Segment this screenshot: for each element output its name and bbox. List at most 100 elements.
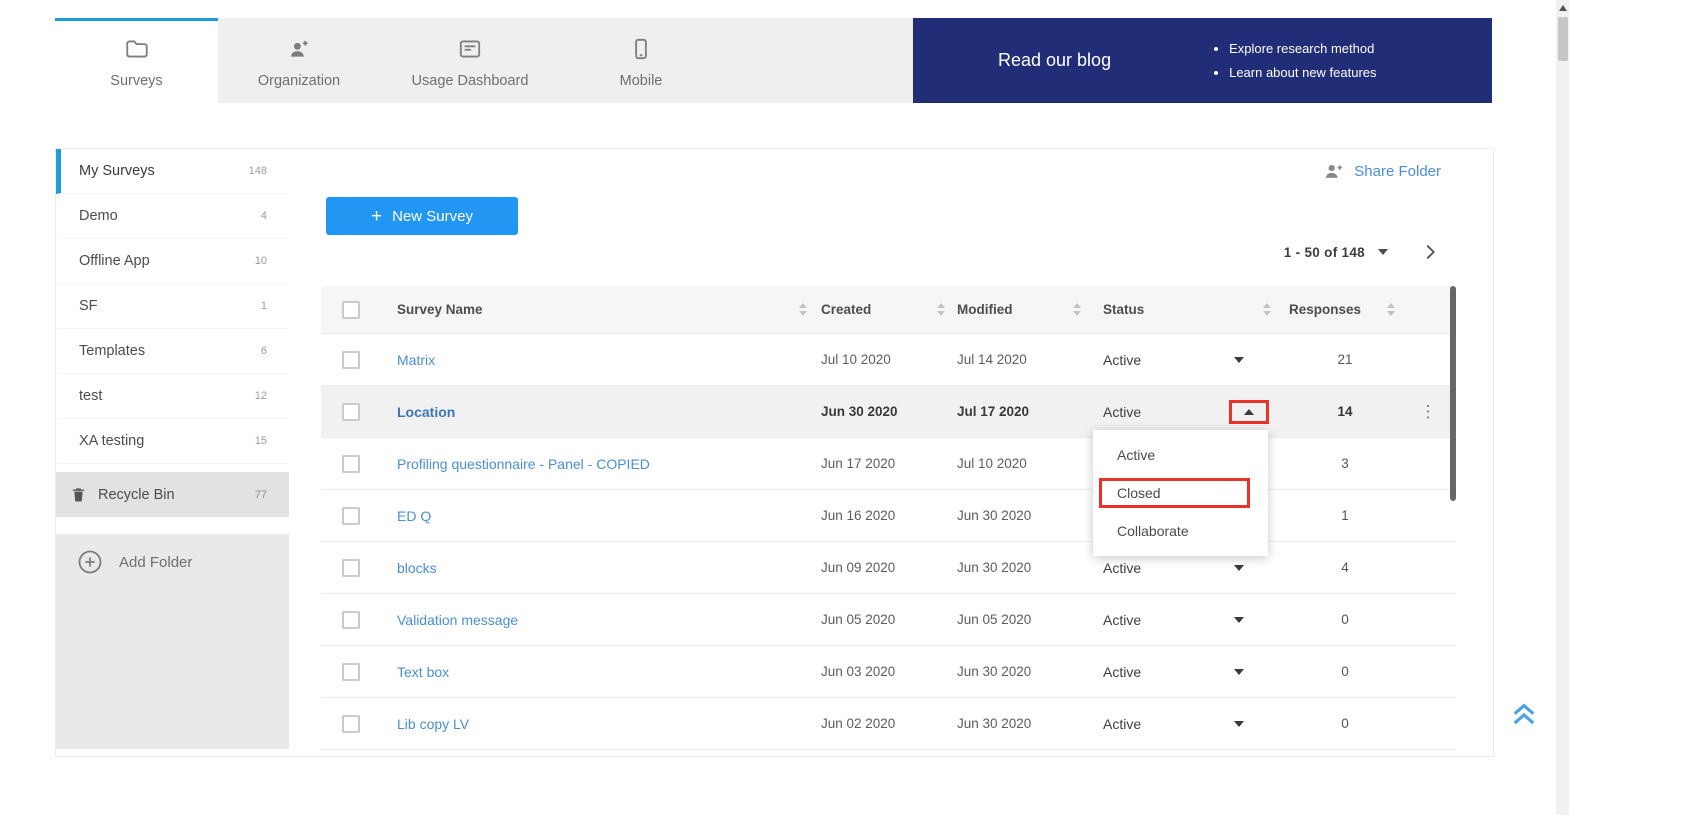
- table-row[interactable]: ED Q Jun 16 2020 Jun 30 2020 1 ⋮: [321, 490, 1456, 542]
- modified-date: Jun 30 2020: [957, 508, 1093, 523]
- row-checkbox[interactable]: [342, 507, 360, 525]
- table-row[interactable]: Profiling questionnaire - Panel - COPIED…: [321, 438, 1456, 490]
- sidebar-item-recycle-bin[interactable]: Recycle Bin 77: [56, 472, 289, 517]
- page-scrollbar[interactable]: [1556, 0, 1569, 815]
- dashboard-icon: [457, 36, 483, 62]
- scrollbar-thumb[interactable]: [1558, 17, 1568, 61]
- status-label: Active: [1103, 560, 1141, 576]
- scroll-to-top-button[interactable]: [1508, 697, 1540, 729]
- survey-name-link[interactable]: ED Q: [397, 508, 431, 524]
- status-label: Active: [1103, 716, 1141, 732]
- folder-label: Demo: [79, 208, 118, 224]
- survey-name-link[interactable]: Matrix: [397, 352, 435, 368]
- header-label: Survey Name: [397, 302, 483, 317]
- sidebar-folder-item[interactable]: test 12: [56, 374, 289, 419]
- responses-count: 0: [1289, 716, 1401, 731]
- tab-surveys[interactable]: Surveys: [55, 18, 218, 103]
- sidebar-folder-item[interactable]: XA testing 15: [56, 419, 289, 464]
- status-dropdown-toggle[interactable]: [1219, 660, 1259, 684]
- status-cell: Active: [1093, 712, 1289, 736]
- sidebar-folder-list: My Surveys 148 Demo 4 Offline App 10 SF …: [56, 149, 289, 464]
- surveys-table: Survey Name Created Modified Status: [321, 286, 1456, 750]
- select-all-checkbox[interactable]: [342, 301, 360, 319]
- header-status: Status: [1093, 302, 1289, 317]
- header-modified: Modified: [957, 302, 1093, 317]
- status-option[interactable]: Closed: [1099, 478, 1250, 508]
- row-checkbox[interactable]: [342, 611, 360, 629]
- row-checkbox[interactable]: [342, 403, 360, 421]
- sidebar-folder-item[interactable]: Templates 6: [56, 329, 289, 374]
- plus-icon: +: [371, 207, 382, 226]
- header-label: Created: [821, 302, 871, 317]
- status-dropdown-toggle[interactable]: [1219, 348, 1259, 372]
- add-folder-button[interactable]: Add Folder: [56, 534, 289, 590]
- row-checkbox[interactable]: [342, 715, 360, 733]
- folder-icon: [124, 36, 150, 62]
- sort-icon[interactable]: [799, 303, 807, 316]
- blog-banner[interactable]: Read our blog Explore research method Le…: [913, 18, 1492, 103]
- header-responses: Responses: [1289, 302, 1401, 317]
- folder-label: XA testing: [79, 433, 144, 449]
- row-checkbox[interactable]: [342, 663, 360, 681]
- sort-icon[interactable]: [1387, 303, 1395, 316]
- table-row[interactable]: blocks Jun 09 2020 Jun 30 2020 Active 4 …: [321, 542, 1456, 594]
- status-cell: Active: [1093, 608, 1289, 632]
- status-option[interactable]: Active: [1093, 436, 1268, 474]
- survey-name-link[interactable]: Profiling questionnaire - Panel - COPIED: [397, 456, 650, 472]
- sort-icon[interactable]: [1073, 303, 1081, 316]
- sidebar-bottom-panel: Add Folder: [56, 534, 289, 749]
- survey-name-link[interactable]: Validation message: [397, 612, 518, 628]
- mobile-icon: [628, 36, 654, 62]
- row-checkbox[interactable]: [342, 351, 360, 369]
- modified-date: Jun 05 2020: [957, 612, 1093, 627]
- pagination-range[interactable]: 1 - 50 of 148: [1284, 245, 1365, 260]
- sidebar-folder-item[interactable]: SF 1: [56, 284, 289, 329]
- sort-icon[interactable]: [937, 303, 945, 316]
- survey-name-link[interactable]: Location: [397, 404, 455, 420]
- table-row[interactable]: Text box Jun 03 2020 Jun 30 2020 Active …: [321, 646, 1456, 698]
- share-person-icon: [1323, 160, 1345, 182]
- survey-name-link[interactable]: Text box: [397, 664, 449, 680]
- row-checkbox[interactable]: [342, 455, 360, 473]
- recycle-bin-label: Recycle Bin: [98, 487, 175, 503]
- modified-date: Jun 30 2020: [957, 664, 1093, 679]
- status-dropdown-toggle[interactable]: [1219, 556, 1259, 580]
- tab-organization[interactable]: Organization: [218, 18, 380, 103]
- tab-usage-dashboard[interactable]: Usage Dashboard: [380, 18, 560, 103]
- table-row[interactable]: Lib copy LV Jun 02 2020 Jun 30 2020 Acti…: [321, 698, 1456, 750]
- tab-mobile[interactable]: Mobile: [560, 18, 722, 103]
- sidebar-folder-item[interactable]: Demo 4: [56, 194, 289, 239]
- caret-icon: [1244, 409, 1254, 415]
- header-checkbox-cell: [321, 301, 377, 319]
- sort-icon[interactable]: [1263, 303, 1271, 316]
- table-row[interactable]: Location Jun 30 2020 Jul 17 2020 Active …: [321, 386, 1456, 438]
- row-menu-icon[interactable]: ⋮: [1420, 402, 1438, 421]
- status-dropdown-toggle[interactable]: [1219, 712, 1259, 736]
- sidebar-folder-item[interactable]: My Surveys 148: [56, 149, 289, 194]
- content-card: My Surveys 148 Demo 4 Offline App 10 SF …: [55, 148, 1494, 757]
- folder-count: 10: [255, 255, 267, 267]
- survey-name-link[interactable]: Lib copy LV: [397, 716, 469, 732]
- row-actions-cell: ⋮: [1401, 662, 1456, 682]
- pagination-caret-icon[interactable]: [1378, 249, 1388, 255]
- share-folder-button[interactable]: Share Folder: [1323, 160, 1441, 182]
- scrollbar-up-arrow-icon[interactable]: [1559, 5, 1567, 11]
- row-checkbox[interactable]: [342, 559, 360, 577]
- table-body: Matrix Jul 10 2020 Jul 14 2020 Active 21…: [321, 334, 1456, 750]
- table-row[interactable]: Matrix Jul 10 2020 Jul 14 2020 Active 21…: [321, 334, 1456, 386]
- status-dropdown-toggle[interactable]: [1219, 608, 1259, 632]
- survey-name-link[interactable]: blocks: [397, 560, 437, 576]
- survey-name-cell: Validation message: [377, 612, 821, 628]
- table-scrollbar-thumb[interactable]: [1450, 286, 1456, 501]
- status-option[interactable]: Collaborate: [1093, 512, 1268, 550]
- modified-date: Jun 30 2020: [957, 716, 1093, 731]
- new-survey-button[interactable]: + New Survey: [326, 197, 518, 235]
- modified-date: Jul 10 2020: [957, 456, 1093, 471]
- table-row[interactable]: Validation message Jun 05 2020 Jun 05 20…: [321, 594, 1456, 646]
- pagination: 1 - 50 of 148: [1284, 241, 1441, 263]
- modified-date: Jul 17 2020: [957, 404, 1093, 419]
- status-dropdown-toggle[interactable]: [1229, 400, 1269, 424]
- sidebar-folder-item[interactable]: Offline App 10: [56, 239, 289, 284]
- row-actions-cell: ⋮: [1401, 714, 1456, 734]
- next-page-button[interactable]: [1419, 241, 1441, 263]
